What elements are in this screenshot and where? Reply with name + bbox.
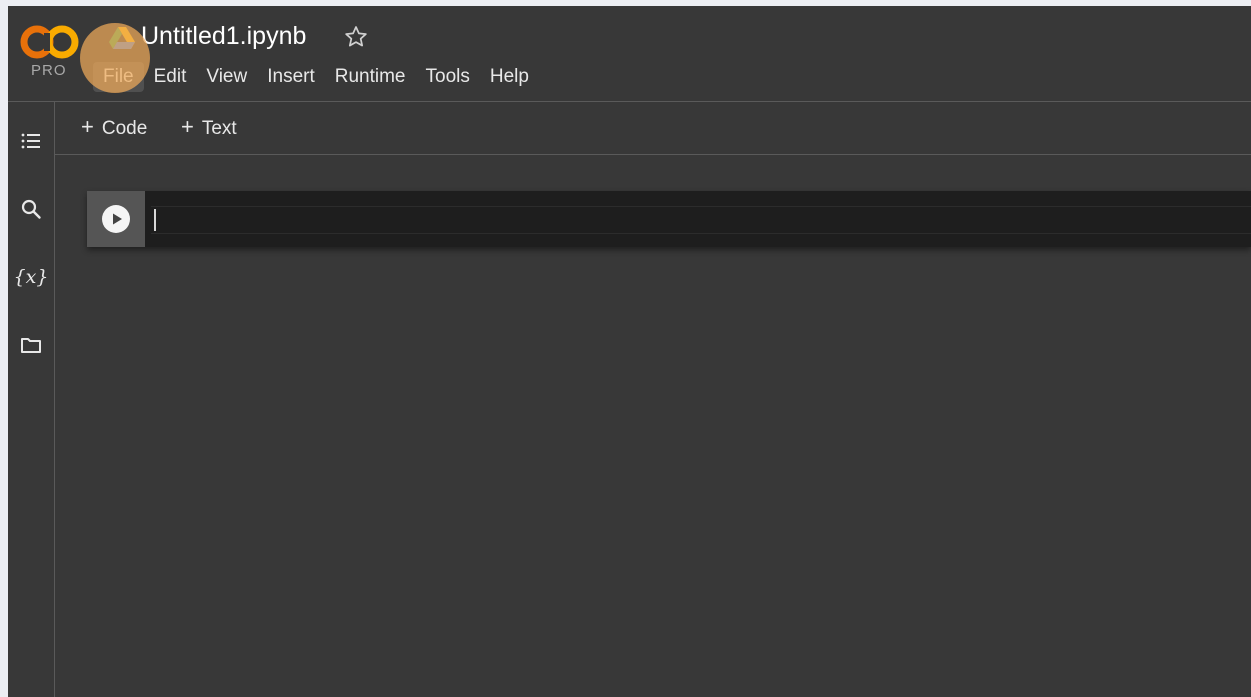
- menu-bar: File Edit View Insert Runtime Tools Help: [93, 62, 539, 92]
- notebook-toolbar: + Code + Text: [55, 102, 1251, 155]
- google-drive-icon[interactable]: [109, 27, 135, 49]
- add-code-label: Code: [101, 118, 148, 139]
- menu-runtime[interactable]: Runtime: [325, 62, 416, 92]
- variables-label: {x}: [13, 266, 49, 288]
- folder-icon[interactable]: [16, 330, 46, 360]
- plus-icon: +: [181, 114, 194, 139]
- add-code-button[interactable]: + Code: [81, 114, 147, 140]
- search-icon[interactable]: [16, 194, 46, 224]
- add-text-button[interactable]: + Text: [181, 114, 237, 140]
- menu-edit[interactable]: Edit: [144, 62, 197, 92]
- colab-window: PRO Untitled1.ipynb File Edit View Inser…: [8, 6, 1251, 697]
- variables-icon[interactable]: {x}: [13, 262, 49, 292]
- menu-insert[interactable]: Insert: [257, 62, 325, 92]
- notebook-title[interactable]: Untitled1.ipynb: [141, 22, 306, 51]
- table-of-contents-icon[interactable]: [16, 126, 46, 156]
- star-outline-icon[interactable]: [343, 24, 369, 50]
- text-caret: [154, 209, 156, 231]
- code-cell[interactable]: [87, 191, 1251, 247]
- plus-icon: +: [81, 114, 94, 139]
- menu-tools[interactable]: Tools: [416, 62, 480, 92]
- cell-gutter: [87, 191, 145, 247]
- menu-help[interactable]: Help: [480, 62, 539, 92]
- menu-view[interactable]: View: [196, 62, 257, 92]
- colab-logo-icon[interactable]: PRO: [18, 21, 80, 83]
- left-rail: {x}: [8, 102, 55, 697]
- add-text-label: Text: [201, 118, 237, 139]
- menu-file[interactable]: File: [93, 62, 144, 92]
- play-circle-icon[interactable]: [101, 204, 131, 234]
- code-editor[interactable]: [151, 206, 1251, 234]
- header: PRO Untitled1.ipynb File Edit View Inser…: [8, 6, 1251, 102]
- pro-label: PRO: [31, 62, 67, 79]
